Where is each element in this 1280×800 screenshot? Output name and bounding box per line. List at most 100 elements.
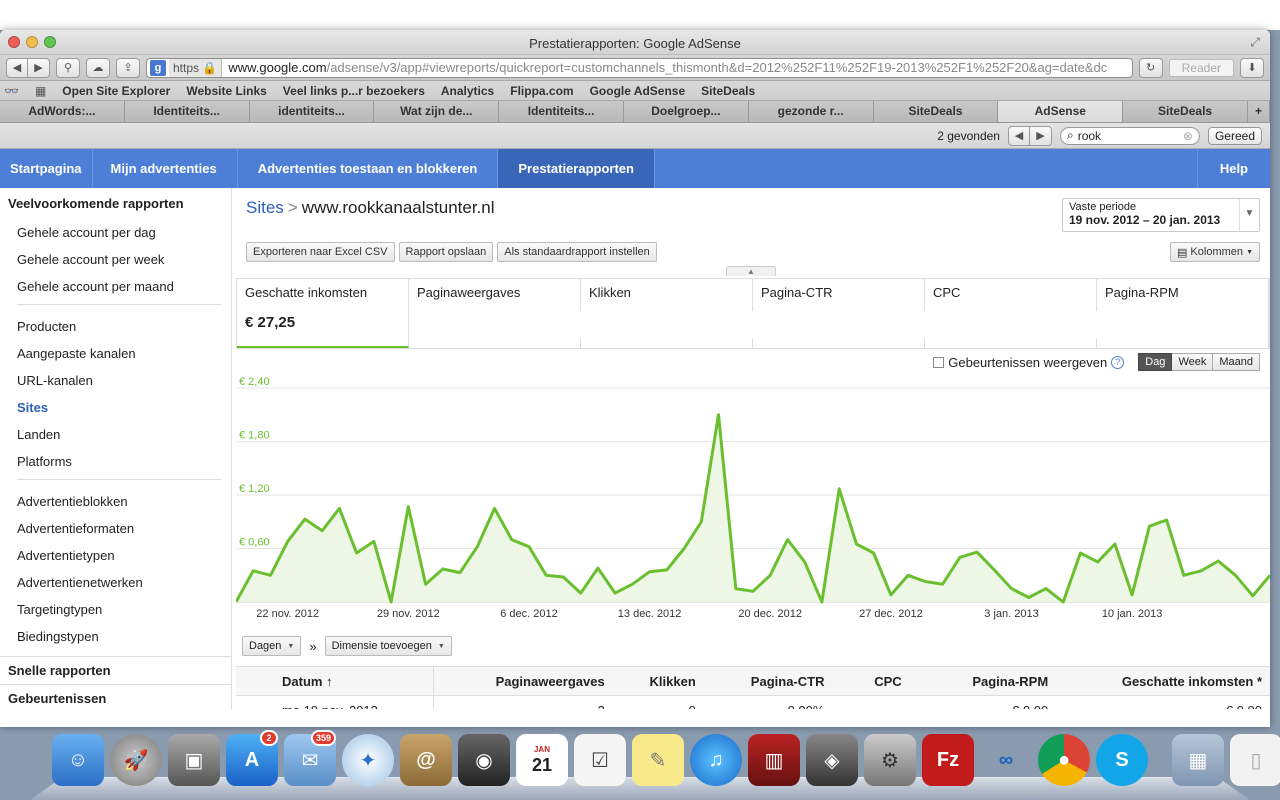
photo-booth-icon[interactable]: ▥ bbox=[748, 734, 800, 786]
browser-tab[interactable]: identiteits... bbox=[249, 101, 375, 122]
nav-help[interactable]: Help bbox=[1198, 149, 1270, 188]
calendar-icon[interactable]: JAN 21 bbox=[516, 734, 568, 786]
bookmark-item[interactable]: Open Site Explorer bbox=[62, 84, 170, 98]
find-previous-button[interactable]: ◀ bbox=[1007, 125, 1030, 146]
bookmark-item[interactable]: SiteDeals bbox=[701, 84, 755, 98]
col-earnings[interactable]: Geschatte inkomsten * bbox=[1048, 667, 1270, 695]
bookmark-item[interactable]: Website Links bbox=[186, 84, 266, 98]
sidebar-heading[interactable]: Veelvoorkomende rapporten bbox=[0, 192, 231, 215]
finder-icon[interactable]: ☺ bbox=[52, 734, 104, 786]
forward-button[interactable]: ▶ bbox=[28, 57, 50, 78]
reader-button[interactable]: Reader bbox=[1168, 58, 1234, 77]
browser-tab[interactable]: gezonde r... bbox=[748, 101, 874, 122]
nav-allow-block[interactable]: Advertenties toestaan en blokkeren bbox=[238, 149, 499, 188]
add-dimension-dropdown[interactable]: Dimensie toevoegen ▼ bbox=[324, 636, 452, 656]
itunes-icon[interactable]: ♫ bbox=[690, 734, 742, 786]
image-capture-icon[interactable]: ▣ bbox=[168, 734, 220, 786]
browser-tab-active[interactable]: AdSense bbox=[998, 101, 1124, 122]
sidebar-item[interactable]: Gehele account per dag bbox=[0, 219, 231, 246]
sidebar-item[interactable]: Advertentienetwerken bbox=[0, 569, 231, 596]
sidebar-item[interactable]: Producten bbox=[0, 313, 231, 340]
address-bar[interactable]: g https 🔒 www.google.com/adsense/v3/app#… bbox=[146, 57, 1133, 78]
sidebar-item[interactable]: Advertentietypen bbox=[0, 542, 231, 569]
sidebar-item[interactable]: Advertentieblokken bbox=[0, 488, 231, 515]
sidebar-item-sites[interactable]: Sites bbox=[0, 394, 231, 421]
export-csv-button[interactable]: Exporteren naar Excel CSV bbox=[246, 242, 395, 262]
reading-list-icon[interactable]: 👓 bbox=[4, 84, 19, 98]
system-preferences-icon[interactable]: ⚙ bbox=[864, 734, 916, 786]
granularity-day[interactable]: Dag bbox=[1138, 353, 1173, 371]
back-button[interactable]: ◀ bbox=[6, 57, 28, 78]
metric-estimated-earnings[interactable]: Geschatte inkomsten € 27,25 bbox=[237, 279, 409, 348]
granularity-week[interactable]: Week bbox=[1172, 353, 1214, 371]
account-button[interactable]: ⚲ bbox=[56, 57, 80, 78]
contacts-icon[interactable]: @ bbox=[400, 734, 452, 786]
skype-icon[interactable]: S bbox=[1096, 734, 1148, 786]
col-pageviews[interactable]: Paginaweergaves bbox=[434, 667, 605, 695]
help-icon[interactable]: ? bbox=[1111, 355, 1125, 369]
bookmark-item[interactable]: Flippa.com bbox=[510, 84, 573, 98]
clear-icon[interactable]: ⊗ bbox=[1183, 129, 1193, 143]
icloud-button[interactable]: ☁ bbox=[86, 57, 110, 78]
nav-my-ads[interactable]: Mijn advertenties bbox=[93, 149, 238, 188]
launchpad-icon[interactable]: 🚀 bbox=[110, 734, 162, 786]
chrome-icon[interactable]: ● bbox=[1038, 734, 1090, 786]
share-button[interactable]: ⇪ bbox=[116, 57, 140, 78]
nav-reports[interactable]: Prestatierapporten bbox=[498, 149, 655, 188]
sidebar-item[interactable]: URL-kanalen bbox=[0, 367, 231, 394]
save-report-button[interactable]: Rapport opslaan bbox=[398, 242, 494, 262]
wunderlist-icon[interactable]: ∞ bbox=[980, 734, 1032, 786]
find-next-button[interactable]: ▶ bbox=[1029, 125, 1052, 146]
mail-icon[interactable]: ✉ 359 bbox=[284, 730, 336, 786]
applications-folder-icon[interactable]: ▦ bbox=[1172, 734, 1224, 786]
reload-button[interactable]: ↻ bbox=[1138, 57, 1163, 78]
fullscreen-icon[interactable]: ⤢ bbox=[1250, 35, 1260, 50]
col-page-rpm[interactable]: Pagina-RPM bbox=[902, 667, 1048, 695]
reminders-icon[interactable]: ☑ bbox=[574, 734, 626, 786]
find-input[interactable]: ⌕ rook ⊗ bbox=[1059, 126, 1200, 145]
sidebar-item[interactable]: Aangepaste kanalen bbox=[0, 340, 231, 367]
sidebar-item[interactable]: Gehele account per maand bbox=[0, 273, 231, 300]
granularity-month[interactable]: Maand bbox=[1213, 353, 1260, 371]
col-clicks[interactable]: Klikken bbox=[605, 667, 696, 695]
collapse-metrics-toggle[interactable]: ▲ bbox=[726, 266, 776, 276]
browser-tab[interactable]: Doelgroep... bbox=[623, 101, 749, 122]
safari-icon[interactable]: ✦ bbox=[342, 734, 394, 786]
filezilla-icon[interactable]: Fz bbox=[922, 734, 974, 786]
sidebar-quick-reports[interactable]: Snelle rapporten bbox=[0, 656, 231, 684]
chevron-down-icon[interactable]: ▼ bbox=[1239, 199, 1259, 231]
facetime-icon[interactable]: ◉ bbox=[458, 734, 510, 786]
top-sites-icon[interactable]: ▦ bbox=[35, 84, 46, 98]
bookmark-item[interactable]: Veel links p...r bezoekers bbox=[283, 84, 425, 98]
sidebar-item[interactable]: Advertentieformaten bbox=[0, 515, 231, 542]
bookmark-item[interactable]: Google AdSense bbox=[590, 84, 686, 98]
browser-tab[interactable]: SiteDeals bbox=[1123, 101, 1248, 122]
browser-tab[interactable]: Wat zijn de... bbox=[374, 101, 500, 122]
col-cpc[interactable]: CPC bbox=[824, 667, 901, 695]
documents-stack-icon[interactable]: ▯ bbox=[1230, 734, 1280, 786]
sidebar-events[interactable]: Gebeurtenissen bbox=[0, 684, 231, 712]
downloads-button[interactable]: ⬇ bbox=[1240, 57, 1264, 78]
sidebar-item[interactable]: Gehele account per week bbox=[0, 246, 231, 273]
new-tab-button[interactable]: + bbox=[1247, 101, 1270, 122]
browser-tab[interactable]: Identiteits... bbox=[499, 101, 624, 122]
nav-home[interactable]: Startpagina bbox=[0, 149, 93, 188]
breadcrumb-sites[interactable]: Sites bbox=[246, 198, 284, 217]
sidebar-item[interactable]: Biedingstypen bbox=[0, 623, 231, 650]
notes-icon[interactable]: ✎ bbox=[632, 734, 684, 786]
sidebar-item[interactable]: Platforms bbox=[0, 448, 231, 475]
iphoto-icon[interactable]: ◈ bbox=[806, 734, 858, 786]
app-store-icon[interactable]: A2 bbox=[226, 730, 278, 786]
col-date[interactable]: Datum ↑ bbox=[236, 667, 435, 695]
events-checkbox[interactable] bbox=[933, 356, 945, 368]
columns-button[interactable]: ▤ Kolommen ▼ bbox=[1169, 242, 1260, 262]
sidebar-item[interactable]: Targetingtypen bbox=[0, 596, 231, 623]
col-page-ctr[interactable]: Pagina-CTR bbox=[696, 667, 825, 695]
find-done-button[interactable]: Gereed bbox=[1207, 126, 1262, 145]
browser-tab[interactable]: Identiteits... bbox=[124, 101, 250, 122]
browser-tab[interactable]: AdWords:... bbox=[0, 101, 125, 122]
browser-tab[interactable]: SiteDeals bbox=[873, 101, 999, 122]
events-toggle[interactable]: Gebeurtenissen weergeven ? bbox=[933, 355, 1125, 370]
dimension-days-dropdown[interactable]: Dagen ▼ bbox=[242, 636, 302, 656]
bookmark-item[interactable]: Analytics bbox=[441, 84, 494, 98]
